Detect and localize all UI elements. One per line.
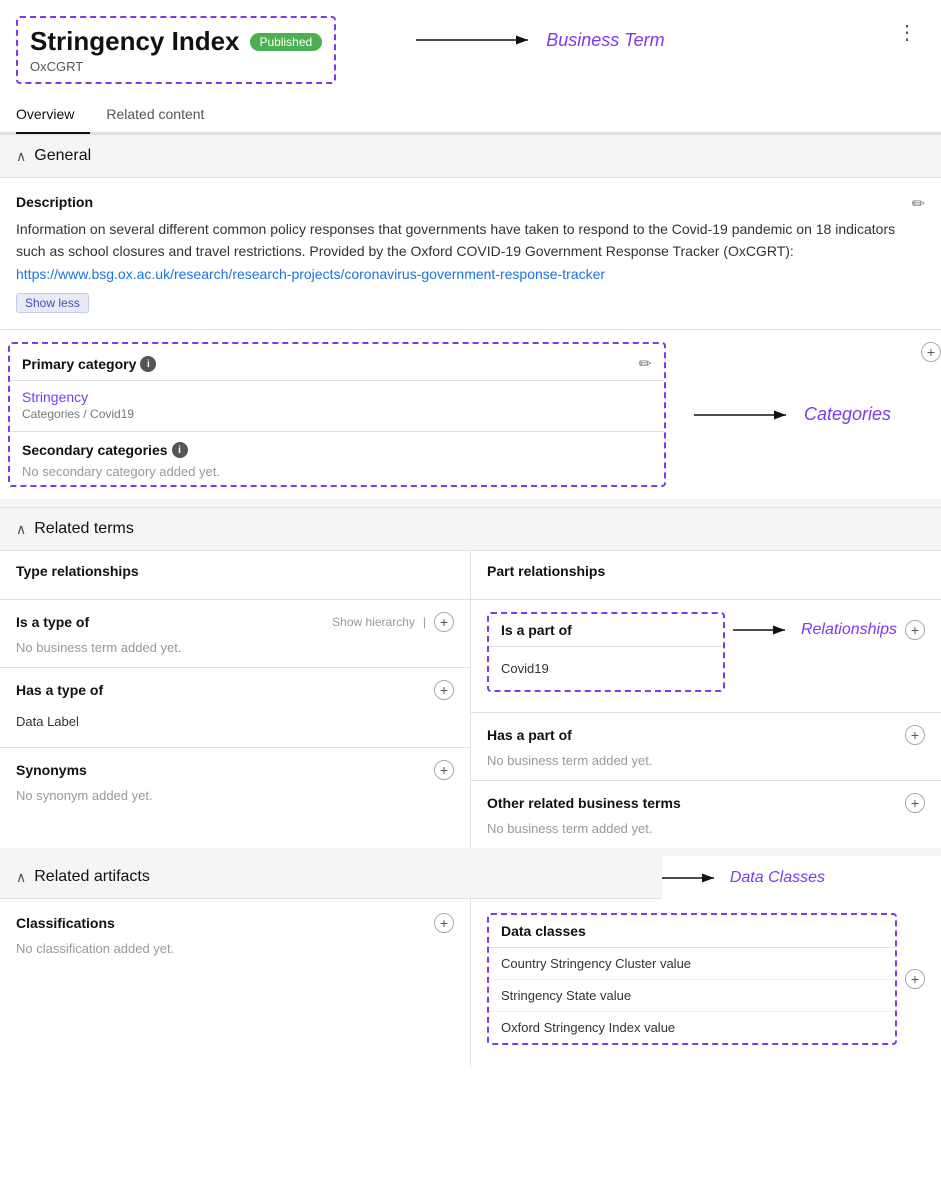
- secondary-categories-empty: No secondary category added yet.: [22, 464, 652, 479]
- other-related-label: Other related business terms: [487, 795, 681, 811]
- is-a-part-of-label: Is a part of: [501, 622, 572, 638]
- is-a-part-of-add-button[interactable]: +: [905, 620, 925, 640]
- show-hierarchy-button[interactable]: Show hierarchy: [332, 615, 415, 629]
- synonyms-label: Synonyms: [16, 762, 87, 778]
- description-text: Information on several different common …: [16, 218, 912, 285]
- other-related-add-button[interactable]: +: [905, 793, 925, 813]
- published-badge: Published: [250, 33, 323, 51]
- primary-category-path: Categories / Covid19: [22, 407, 652, 421]
- has-a-type-of-item: Data Label: [16, 708, 454, 735]
- data-classes-annotation: Data Classes: [730, 869, 825, 887]
- has-a-type-of-label: Has a type of: [16, 682, 103, 698]
- is-a-type-of-empty: No business term added yet.: [16, 640, 454, 655]
- show-less-button[interactable]: Show less: [16, 293, 89, 313]
- has-a-part-of-label: Has a part of: [487, 727, 572, 743]
- has-a-part-of-add-button[interactable]: +: [905, 725, 925, 745]
- arrow-to-business-term: [416, 28, 536, 52]
- general-chevron: ∧: [16, 148, 26, 165]
- data-class-item-2: Oxford Stringency Index value: [489, 1012, 895, 1043]
- relationships-annotation: Relationships: [801, 621, 897, 639]
- classifications-add-button[interactable]: +: [434, 913, 454, 933]
- secondary-categories-info-icon[interactable]: i: [172, 442, 188, 458]
- description-link[interactable]: https://www.bsg.ox.ac.uk/research/resear…: [16, 266, 605, 282]
- tab-related-content[interactable]: Related content: [106, 96, 220, 134]
- other-related-empty: No business term added yet.: [487, 821, 925, 836]
- page-subtitle: OxCGRT: [30, 59, 322, 74]
- data-classes-add-button[interactable]: +: [905, 969, 925, 989]
- description-edit-button[interactable]: ✏: [912, 194, 925, 214]
- primary-category-edit-button[interactable]: ✏: [639, 354, 652, 374]
- synonyms-add-button[interactable]: +: [434, 760, 454, 780]
- more-options-button[interactable]: ⋮: [889, 16, 925, 49]
- description-label: Description: [16, 194, 912, 210]
- type-relationships-label: Type relationships: [16, 563, 454, 579]
- arrow-to-relationships: [733, 620, 793, 640]
- related-terms-section-title: Related terms: [34, 520, 134, 538]
- primary-category-info-icon[interactable]: i: [140, 356, 156, 372]
- arrow-to-categories: [694, 403, 794, 427]
- is-a-type-of-add-button[interactable]: +: [434, 612, 454, 632]
- data-classes-label: Data classes: [501, 923, 586, 939]
- primary-category-label: Primary category i: [22, 356, 156, 372]
- general-section-title: General: [34, 147, 91, 165]
- related-artifacts-section-title: Related artifacts: [34, 868, 150, 886]
- data-class-item-1: Stringency State value: [489, 980, 895, 1012]
- is-a-type-of-label: Is a type of: [16, 614, 89, 630]
- part-relationships-label: Part relationships: [487, 563, 925, 579]
- page-title: Stringency Index: [30, 26, 240, 57]
- synonyms-empty: No synonym added yet.: [16, 788, 454, 803]
- related-terms-chevron: ∧: [16, 521, 26, 538]
- tab-overview[interactable]: Overview: [16, 96, 90, 134]
- secondary-categories-label: Secondary categories i: [22, 442, 652, 458]
- data-class-item-0: Country Stringency Cluster value: [489, 948, 895, 980]
- arrow-to-data-classes: [662, 868, 722, 888]
- related-artifacts-chevron: ∧: [16, 869, 26, 886]
- has-a-type-of-add-button[interactable]: +: [434, 680, 454, 700]
- secondary-categories-add-button[interactable]: +: [921, 342, 941, 362]
- has-a-part-of-empty: No business term added yet.: [487, 753, 925, 768]
- business-term-annotation: Business Term: [546, 30, 664, 51]
- categories-annotation: Categories: [804, 404, 891, 425]
- classifications-label: Classifications: [16, 915, 115, 931]
- primary-category-name[interactable]: Stringency: [22, 389, 652, 405]
- is-a-part-of-item: Covid19: [501, 655, 711, 682]
- classifications-empty: No classification added yet.: [16, 941, 454, 956]
